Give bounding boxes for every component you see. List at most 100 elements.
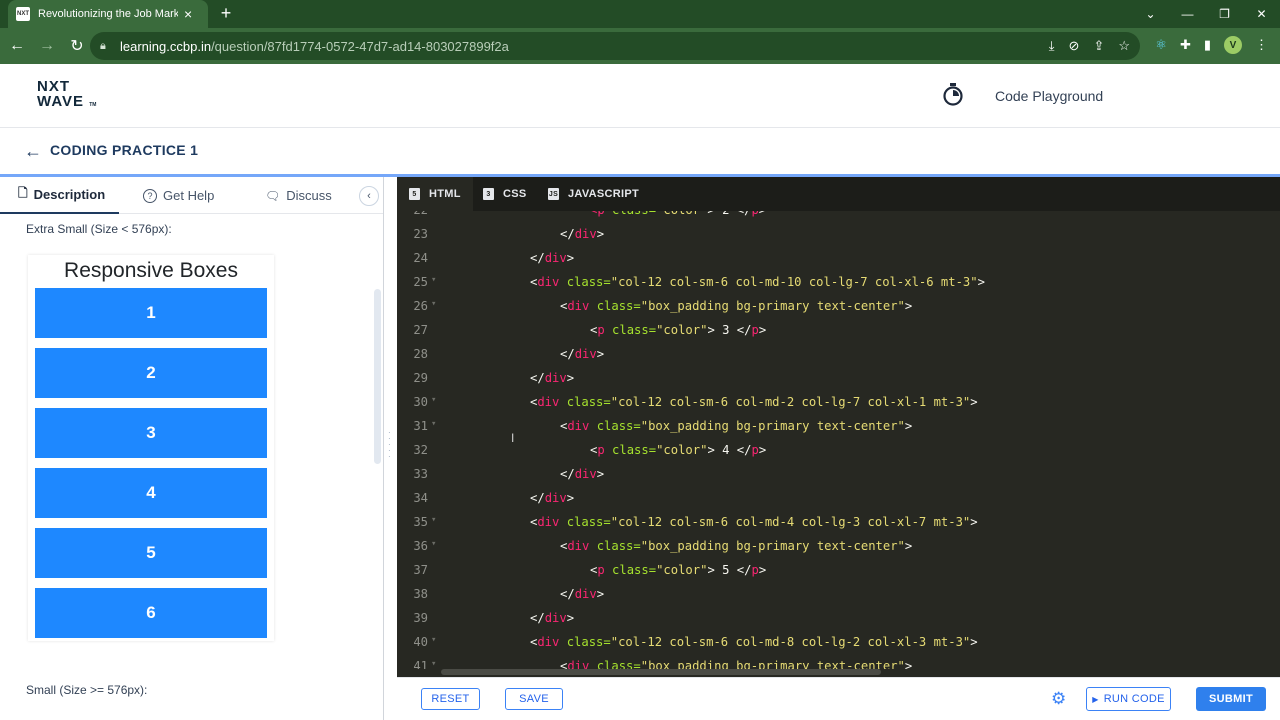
back-icon[interactable]: ←	[4, 33, 30, 59]
submit-button[interactable]: SUBMIT	[1196, 687, 1266, 711]
line-number: 39	[413, 611, 428, 625]
gear-icon[interactable]: ⚙	[1051, 690, 1069, 708]
hide-icon[interactable]: ⊘	[1069, 38, 1080, 54]
tab-css-label: CSS	[503, 188, 527, 200]
code-line: 27 <p class="color"> 3 </p>	[397, 319, 1280, 343]
install-icon[interactable]: ⤓	[1049, 38, 1055, 54]
extension-icons: ⚛ ✚ ▮ V ⋮	[1155, 36, 1268, 54]
fold-arrow-icon[interactable]: ▾	[431, 299, 436, 309]
tab-get-help-label: Get Help	[163, 188, 215, 203]
code-line: 33 </div>	[397, 463, 1280, 487]
profile-avatar[interactable]: V	[1224, 36, 1242, 54]
editor-tabs: 5 HTML 3 CSS JS JAVASCRIPT	[397, 177, 1280, 211]
extensions-puzzle-icon[interactable]: ✚	[1180, 37, 1191, 53]
tab-discuss-label: Discuss	[286, 188, 332, 203]
code-text: 3	[714, 323, 737, 337]
side-panel-icon[interactable]: ▮	[1204, 37, 1211, 53]
preview-box: 1	[35, 288, 267, 338]
code-playground-link[interactable]: Code Playground	[995, 88, 1103, 104]
code-string: "color"	[656, 563, 708, 577]
site-favicon-icon: NXT	[16, 7, 30, 21]
new-tab-icon[interactable]: +	[216, 3, 236, 24]
preview-heading: Responsive Boxes	[64, 259, 238, 282]
react-devtools-icon[interactable]: ⚛	[1155, 37, 1167, 53]
preview-box: 4	[35, 468, 267, 518]
tab-javascript-label: JAVASCRIPT	[568, 188, 640, 200]
html5-icon: 5	[409, 188, 420, 200]
forward-icon[interactable]: →	[34, 33, 60, 59]
code-line: 35 ▾ <div class="col-12 col-sm-6 col-md-…	[397, 511, 1280, 535]
code-editor: 5 HTML 3 CSS JS JAVASCRIPT 22 <p class="…	[397, 177, 1280, 677]
preview-box: 5	[35, 528, 267, 578]
practice-subheader: ← CODING PRACTICE 1	[0, 129, 1280, 175]
code-line: 26 ▾ <div class="box_padding bg-primary …	[397, 295, 1280, 319]
fold-arrow-icon[interactable]: ▾	[431, 539, 436, 549]
collapse-panel-button[interactable]: ‹	[359, 186, 379, 206]
code-line: 29 </div>	[397, 367, 1280, 391]
tab-html[interactable]: 5 HTML	[397, 177, 473, 211]
address-bar[interactable]: 🔒︎ learning.ccbp.in/question/87fd1774-05…	[90, 32, 1140, 60]
browser-tab[interactable]: NXT Revolutionizing the Job Market | ×	[8, 0, 208, 28]
logo-tm: TM	[89, 102, 97, 108]
preview-box: 2	[35, 348, 267, 398]
logo-line-1: NXT	[37, 78, 70, 95]
editor-horizontal-scrollbar[interactable]	[441, 669, 881, 675]
reset-button[interactable]: RESET	[421, 688, 480, 710]
code-line: 40 ▾ <div class="col-12 col-sm-6 col-md-…	[397, 631, 1280, 655]
tab-search-icon[interactable]: ⌄	[1132, 0, 1169, 28]
tab-css[interactable]: 3 CSS	[471, 177, 539, 211]
line-number: 27	[413, 323, 428, 337]
maximize-icon[interactable]: ❐	[1206, 0, 1243, 28]
line-number: 26	[413, 299, 428, 313]
line-number: 32	[413, 443, 428, 457]
panel-resize-handle[interactable]: · · · · ·	[388, 429, 394, 461]
code-line: 24 </div>	[397, 247, 1280, 271]
tab-javascript[interactable]: JS JAVASCRIPT	[536, 177, 651, 211]
tab-discuss[interactable]: 🗨︎ Discuss	[265, 177, 332, 214]
fold-arrow-icon[interactable]: ▾	[431, 635, 436, 645]
menu-kebab-icon[interactable]: ⋮	[1255, 37, 1268, 53]
lock-icon[interactable]: 🔒︎	[100, 40, 114, 53]
line-number: 22	[397, 211, 428, 217]
description-panel: 🗋 Description ? Get Help 🗨︎ Discuss ‹ Ex…	[0, 177, 384, 720]
code-line: 41 ▾ <div class="box_padding bg-primary …	[397, 655, 1280, 669]
code-area[interactable]: 22 <p class="color"> 2 </p> 23 </div> 24…	[397, 211, 1280, 669]
tab-get-help[interactable]: ? Get Help	[143, 177, 214, 214]
run-code-button[interactable]: ▶ RUN CODE	[1086, 687, 1171, 711]
fold-arrow-icon[interactable]: ▾	[431, 395, 436, 405]
line-number: 37	[413, 563, 428, 577]
browser-tabstrip: NXT Revolutionizing the Job Market | × +…	[0, 0, 1280, 28]
tab-description-label: Description	[33, 187, 106, 202]
small-label: Small (Size >= 576px):	[26, 683, 148, 697]
tab-description[interactable]: 🗋 Description	[0, 177, 119, 214]
fold-arrow-icon[interactable]: ▾	[431, 419, 436, 429]
nxtwave-logo[interactable]: NXT WAVE TM	[37, 79, 96, 113]
code-string: "col-12 col-sm-6 col-md-10 col-lg-7 col-…	[610, 275, 978, 289]
chat-bubble-icon: 🗨︎	[265, 188, 281, 203]
code-line: 23 </div>	[397, 223, 1280, 247]
close-window-icon[interactable]: ✕	[1243, 0, 1280, 28]
line-number: 33	[413, 467, 428, 481]
app-header: NXT WAVE TM Code Playground	[0, 64, 1280, 128]
share-icon[interactable]: ⇪	[1093, 38, 1104, 54]
tab-title: Revolutionizing the Job Market |	[38, 8, 178, 20]
page-title: CODING PRACTICE 1	[50, 142, 199, 158]
code-string: "color"	[656, 211, 707, 217]
text-cursor-icon: I	[511, 431, 515, 445]
code-string: "color"	[656, 323, 708, 337]
back-arrow-icon[interactable]: ←	[24, 141, 42, 162]
left-tabs: 🗋 Description ? Get Help 🗨︎ Discuss ‹	[0, 177, 383, 214]
minimize-icon[interactable]: —	[1169, 0, 1206, 28]
fold-arrow-icon[interactable]: ▾	[431, 275, 436, 285]
fold-arrow-icon[interactable]: ▾	[431, 659, 436, 669]
bookmark-star-icon[interactable]: ☆	[1118, 38, 1130, 54]
code-line: 22 <p class="color"> 2 </p>	[397, 211, 1280, 223]
code-line: 30 ▾ <div class="col-12 col-sm-6 col-md-…	[397, 391, 1280, 415]
reload-icon[interactable]: ↻	[64, 33, 90, 59]
line-number: 38	[413, 587, 428, 601]
save-button[interactable]: SAVE	[505, 688, 563, 710]
panel-scrollbar[interactable]	[374, 289, 381, 464]
stopwatch-icon[interactable]	[942, 83, 964, 107]
fold-arrow-icon[interactable]: ▾	[431, 515, 436, 525]
close-tab-icon[interactable]: ×	[184, 6, 192, 22]
